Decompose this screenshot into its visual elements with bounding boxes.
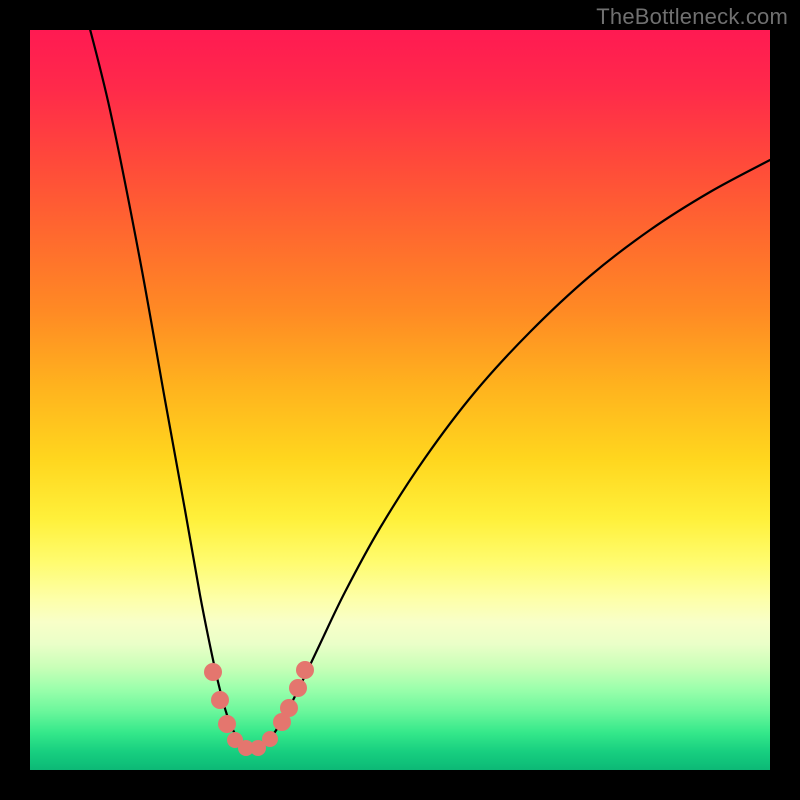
curve-marker	[296, 661, 314, 679]
curve-marker	[218, 715, 236, 733]
watermark-text: TheBottleneck.com	[596, 4, 788, 30]
curve-marker	[280, 699, 298, 717]
chart-svg	[30, 30, 770, 770]
curve-marker	[204, 663, 222, 681]
curve-marker	[262, 731, 278, 747]
plot-area	[30, 30, 770, 770]
curve-marker	[211, 691, 229, 709]
curve-markers	[204, 661, 314, 756]
bottleneck-curve	[85, 30, 770, 749]
curve-marker	[289, 679, 307, 697]
